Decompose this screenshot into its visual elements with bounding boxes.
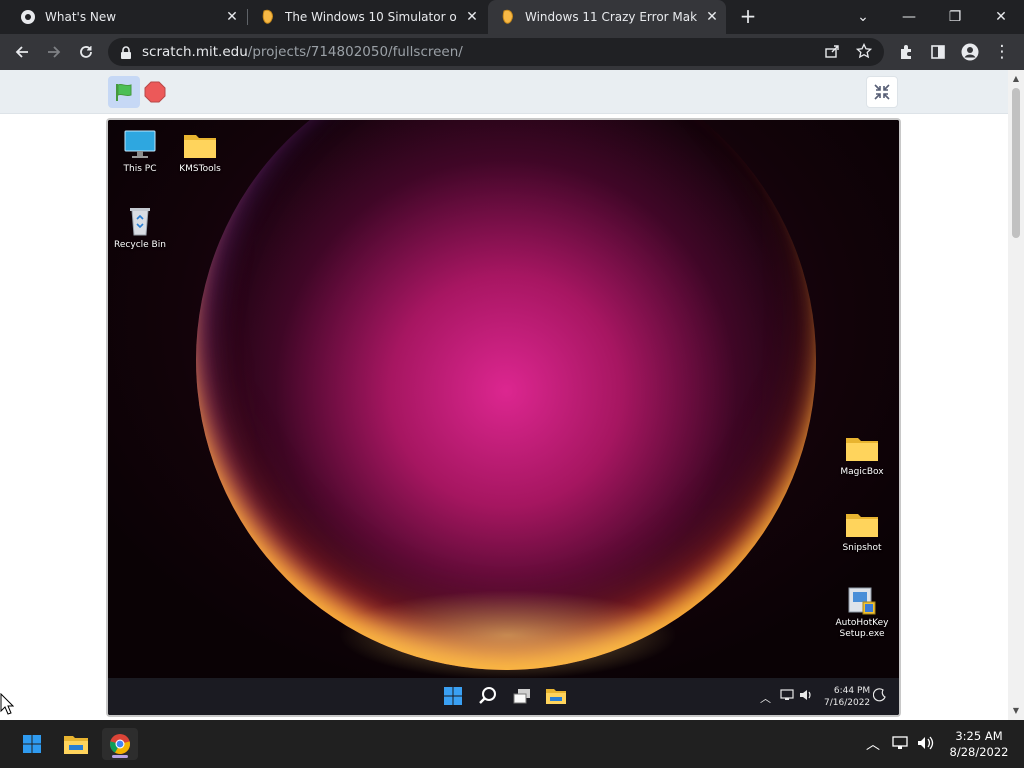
start-button[interactable] <box>14 728 50 760</box>
scratch-controls-bar <box>0 70 1008 114</box>
chrome-icon <box>20 9 36 25</box>
windows-logo-icon <box>23 735 41 753</box>
tab-windows-11-crazy-error-maker[interactable]: Windows 11 Crazy Error Maker o ✕ <box>488 0 726 34</box>
side-panel-icon[interactable] <box>926 40 950 64</box>
network-icon[interactable] <box>892 735 910 755</box>
sim-notifications-icon[interactable] <box>872 688 887 705</box>
url-text: scratch.mit.edu/projects/714802050/fulls… <box>142 44 463 60</box>
close-tab-icon[interactable]: ✕ <box>704 9 720 25</box>
desktop-icon-recycle-bin[interactable]: Recycle Bin <box>108 206 172 251</box>
tab-whats-new[interactable]: What's New ✕ <box>0 0 246 34</box>
green-flag-icon <box>116 83 132 101</box>
back-button[interactable] <box>10 40 34 64</box>
sim-win11-taskbar: ︿ 6:44 PM 7/16/2022 <box>108 678 899 715</box>
stop-button[interactable] <box>144 81 166 103</box>
win11-wallpaper <box>108 120 899 678</box>
sim-task-view-icon[interactable] <box>512 686 534 708</box>
monitor-icon <box>123 130 157 160</box>
desktop-icon-snipshot[interactable]: Snipshot <box>830 509 894 554</box>
close-tab-icon[interactable]: ✕ <box>224 9 240 25</box>
sim-clock-date: 7/16/2022 <box>824 698 871 708</box>
back-arrow-icon <box>15 46 28 58</box>
scratch-icon <box>500 9 516 25</box>
sim-clock-time: 6:44 PM <box>833 686 871 696</box>
chrome-taskbar-icon[interactable] <box>102 728 138 760</box>
profile-avatar-icon[interactable] <box>958 40 982 64</box>
sim-file-explorer-icon[interactable] <box>545 686 567 708</box>
sim-clock[interactable]: 6:44 PM 7/16/2022 <box>824 685 870 709</box>
minimize-button[interactable]: — <box>886 0 932 34</box>
sim-start-button[interactable] <box>443 686 465 708</box>
desktop-icon-label: MagicBox <box>840 467 884 477</box>
browser-toolbar: scratch.mit.edu/projects/714802050/fulls… <box>0 34 1024 70</box>
sim-volume-icon[interactable] <box>799 688 813 705</box>
bookmark-star-icon[interactable] <box>855 42 873 63</box>
close-window-button[interactable]: ✕ <box>978 0 1024 34</box>
reload-button[interactable] <box>74 40 98 64</box>
desktop-icon-label: This PC <box>123 164 157 174</box>
active-app-indicator <box>112 755 128 758</box>
page-scrollbar[interactable]: ▲ ▼ <box>1008 70 1024 720</box>
volume-icon[interactable] <box>917 735 935 755</box>
close-tab-icon[interactable]: ✕ <box>464 9 480 25</box>
wallpaper-glow <box>338 590 678 678</box>
desktop-icon-autohotkey-setup[interactable]: AutoHotKey Setup.exe <box>830 584 894 640</box>
scratch-stage[interactable]: This PC KMSTools Recycle Bin MagicBox Sn… <box>106 118 901 717</box>
address-bar[interactable]: scratch.mit.edu/projects/714802050/fulls… <box>108 38 884 66</box>
exit-fullscreen-button[interactable] <box>866 76 898 108</box>
scroll-up-arrow-icon[interactable]: ▲ <box>1012 74 1020 83</box>
desktop-icon-label: Recycle Bin <box>114 240 166 250</box>
tab-search-chevron-icon[interactable]: ⌄ <box>840 0 886 34</box>
clock-time: 3:25 AM <box>955 729 1003 743</box>
host-windows-taskbar: ︿ 3:25 AM 8/28/2022 <box>0 720 1024 768</box>
forward-arrow-icon <box>48 46 61 58</box>
chrome-icon <box>109 734 131 755</box>
scroll-thumb[interactable] <box>1012 88 1020 238</box>
sim-search-icon[interactable] <box>478 686 500 708</box>
tab-windows-10-simulator[interactable]: The Windows 10 Simulator on Sc ✕ <box>248 0 486 34</box>
clock-date: 8/28/2022 <box>949 745 1009 759</box>
desktop-icon-magicbox[interactable]: MagicBox <box>830 433 894 478</box>
url-path: /projects/714802050/fullscreen/ <box>247 44 463 60</box>
lock-icon[interactable] <box>120 45 132 64</box>
folder-icon <box>183 130 217 160</box>
new-tab-button[interactable]: + <box>738 6 758 26</box>
browser-tab-strip: What's New ✕ The Windows 10 Simulator on… <box>0 0 1024 34</box>
unfullscreen-icon <box>874 84 890 100</box>
scratch-icon <box>260 9 276 25</box>
chrome-menu-icon[interactable]: ⋮ <box>990 40 1014 64</box>
extensions-icon[interactable] <box>894 40 918 64</box>
sim-network-icon[interactable] <box>780 688 794 705</box>
reload-icon <box>80 46 92 58</box>
tab-title: Windows 11 Crazy Error Maker o <box>525 10 697 24</box>
scroll-down-arrow-icon[interactable]: ▼ <box>1012 706 1020 715</box>
folder-icon <box>845 433 879 463</box>
desktop-icon-this-pc[interactable]: This PC <box>108 130 172 175</box>
file-explorer-taskbar-icon[interactable] <box>58 728 94 760</box>
recycle-bin-icon <box>123 206 157 236</box>
mouse-cursor-icon <box>0 692 15 719</box>
stop-icon <box>144 81 166 103</box>
desktop-icon-label: AutoHotKey Setup.exe <box>835 618 889 639</box>
restore-button[interactable]: ❐ <box>932 0 978 34</box>
share-icon[interactable] <box>824 43 840 63</box>
tab-title: What's New <box>45 10 117 24</box>
desktop-icon-label: Snipshot <box>842 543 882 553</box>
desktop-icon-label: KMSTools <box>179 164 221 174</box>
tray-overflow-chevron-icon[interactable]: ︿ <box>866 734 880 754</box>
green-flag-button[interactable] <box>108 76 140 108</box>
folder-icon <box>845 509 879 539</box>
url-host: scratch.mit.edu <box>142 44 248 60</box>
desktop-icon-kmstools[interactable]: KMSTools <box>168 130 232 175</box>
forward-button[interactable] <box>42 40 66 64</box>
windows-logo-icon <box>444 687 462 705</box>
tab-title: The Windows 10 Simulator on Sc <box>285 10 457 24</box>
sim-tray-chevron-icon[interactable]: ︿ <box>760 690 771 706</box>
installer-icon <box>845 584 879 615</box>
system-clock[interactable]: 3:25 AM 8/28/2022 <box>944 728 1014 760</box>
wallpaper-orb-rim <box>196 120 816 670</box>
